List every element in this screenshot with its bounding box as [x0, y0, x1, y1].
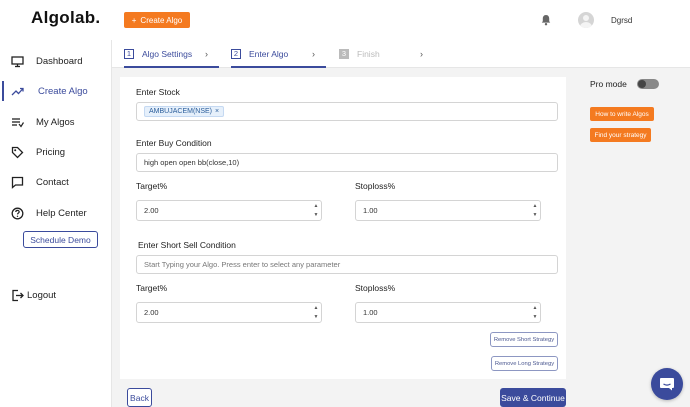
target-value: 2.00: [144, 206, 159, 215]
pro-mode-label: Pro mode: [590, 79, 627, 89]
step-enter-algo[interactable]: 2 Enter Algo ›: [231, 40, 326, 68]
chevron-right-icon: ›: [312, 48, 315, 59]
short-sell-condition-input[interactable]: Start Typing your Algo. Press enter to s…: [136, 255, 558, 274]
brand-logo[interactable]: Algolab.: [31, 8, 100, 28]
spin-down-icon[interactable]: ▼: [314, 212, 319, 218]
logout-button[interactable]: Logout: [0, 284, 111, 306]
step-label: Enter Algo: [249, 48, 289, 59]
sidebar: Dashboard Create Algo My Algos Pricing C…: [0, 40, 112, 407]
trend-icon: [11, 87, 24, 95]
logout-label: Logout: [27, 289, 57, 301]
short-stoploss-value: 1.00: [363, 308, 378, 317]
target-label: Target%: [136, 181, 168, 191]
logout-icon: [12, 289, 24, 301]
step-finish[interactable]: 3 Finish ›: [339, 40, 434, 67]
chat-bubble-icon: [660, 378, 674, 391]
sidebar-item-help-center[interactable]: Help Center: [0, 202, 111, 224]
remove-short-strategy-button[interactable]: Remove Short Strategy: [490, 332, 558, 347]
short-target-value: 2.00: [144, 308, 159, 317]
number-spinner[interactable]: ▲ ▼: [313, 305, 319, 320]
step-label: Finish: [357, 48, 380, 59]
number-spinner[interactable]: ▲ ▼: [532, 305, 538, 320]
help-icon: [11, 207, 24, 219]
sidebar-item-my-algos[interactable]: My Algos: [0, 111, 111, 133]
create-algo-label: Create Algo: [140, 15, 183, 25]
spin-up-icon[interactable]: ▲: [314, 305, 319, 311]
how-to-write-algos-button[interactable]: How to write Algos: [590, 107, 654, 121]
pro-mode-toggle[interactable]: [637, 79, 659, 89]
spin-down-icon[interactable]: ▼: [533, 212, 538, 218]
chevron-right-icon: ›: [420, 48, 423, 59]
sidebar-item-dashboard[interactable]: Dashboard: [0, 50, 111, 72]
user-avatar[interactable]: [578, 12, 594, 28]
tag-icon: [11, 146, 24, 158]
sidebar-item-label: Pricing: [36, 146, 66, 158]
spin-up-icon[interactable]: ▲: [314, 203, 319, 209]
enter-stock-label: Enter Stock: [136, 87, 180, 97]
schedule-demo-button[interactable]: Schedule Demo: [23, 231, 98, 248]
step-number: 2: [231, 48, 241, 59]
sidebar-item-contact[interactable]: Contact: [0, 171, 111, 193]
chevron-right-icon: ›: [205, 48, 208, 59]
username[interactable]: Dgrsd: [611, 16, 632, 25]
sidebar-item-create-algo[interactable]: Create Algo: [0, 80, 111, 102]
buy-condition-label: Enter Buy Condition: [136, 138, 212, 148]
remove-long-strategy-button[interactable]: Remove Long Strategy: [491, 356, 558, 371]
short-sell-condition-label: Enter Short Sell Condition: [138, 240, 236, 250]
plus-icon: +: [131, 15, 137, 25]
short-target-label: Target%: [136, 283, 168, 293]
create-algo-button[interactable]: + Create Algo: [124, 12, 190, 28]
sidebar-item-label: Create Algo: [38, 85, 88, 97]
stoploss-label: Stoploss%: [355, 181, 396, 191]
save-continue-button[interactable]: Save & Continue: [500, 388, 566, 407]
back-button[interactable]: Back: [127, 388, 152, 407]
spin-up-icon[interactable]: ▲: [533, 305, 538, 311]
short-target-input[interactable]: 2.00 ▲ ▼: [136, 302, 322, 323]
bell-icon[interactable]: [540, 14, 552, 26]
stoploss-input[interactable]: 1.00 ▲ ▼: [355, 200, 541, 221]
stoploss-value: 1.00: [363, 206, 378, 215]
number-spinner[interactable]: ▲ ▼: [532, 203, 538, 218]
steps-bar: 1 Algo Settings › 2 Enter Algo › 3 Finis…: [112, 40, 690, 68]
chat-icon: [11, 176, 24, 189]
chat-widget-button[interactable]: [651, 368, 683, 400]
step-label: Algo Settings: [142, 48, 193, 59]
stock-input[interactable]: AMBUJACEM(NSE) ×: [136, 102, 558, 121]
step-number: 1: [124, 48, 134, 59]
short-stoploss-label: Stoploss%: [355, 283, 396, 293]
list-icon: [12, 117, 24, 128]
spin-down-icon[interactable]: ▼: [533, 314, 538, 320]
step-number: 3: [339, 48, 349, 59]
step-algo-settings[interactable]: 1 Algo Settings ›: [124, 40, 219, 68]
short-stoploss-input[interactable]: 1.00 ▲ ▼: [355, 302, 541, 323]
target-input[interactable]: 2.00 ▲ ▼: [136, 200, 322, 221]
stock-chip-label: AMBUJACEM(NSE): [149, 108, 213, 115]
sidebar-item-label: Dashboard: [36, 55, 83, 67]
spin-down-icon[interactable]: ▼: [314, 314, 319, 320]
monitor-icon: [11, 55, 24, 67]
top-bar: Algolab. + Create Algo Dgrsd: [0, 0, 690, 40]
sidebar-item-pricing[interactable]: Pricing: [0, 141, 111, 163]
sidebar-item-label: My Algos: [36, 116, 75, 128]
sidebar-item-label: Help Center: [36, 207, 87, 219]
close-icon[interactable]: ×: [215, 108, 219, 115]
buy-condition-input[interactable]: high open open bb(close,10): [136, 153, 558, 172]
spin-up-icon[interactable]: ▲: [533, 203, 538, 209]
sidebar-item-label: Contact: [36, 176, 69, 188]
find-your-strategy-button[interactable]: Find your strategy: [590, 128, 651, 142]
number-spinner[interactable]: ▲ ▼: [313, 203, 319, 218]
stock-chip[interactable]: AMBUJACEM(NSE) ×: [144, 106, 225, 117]
